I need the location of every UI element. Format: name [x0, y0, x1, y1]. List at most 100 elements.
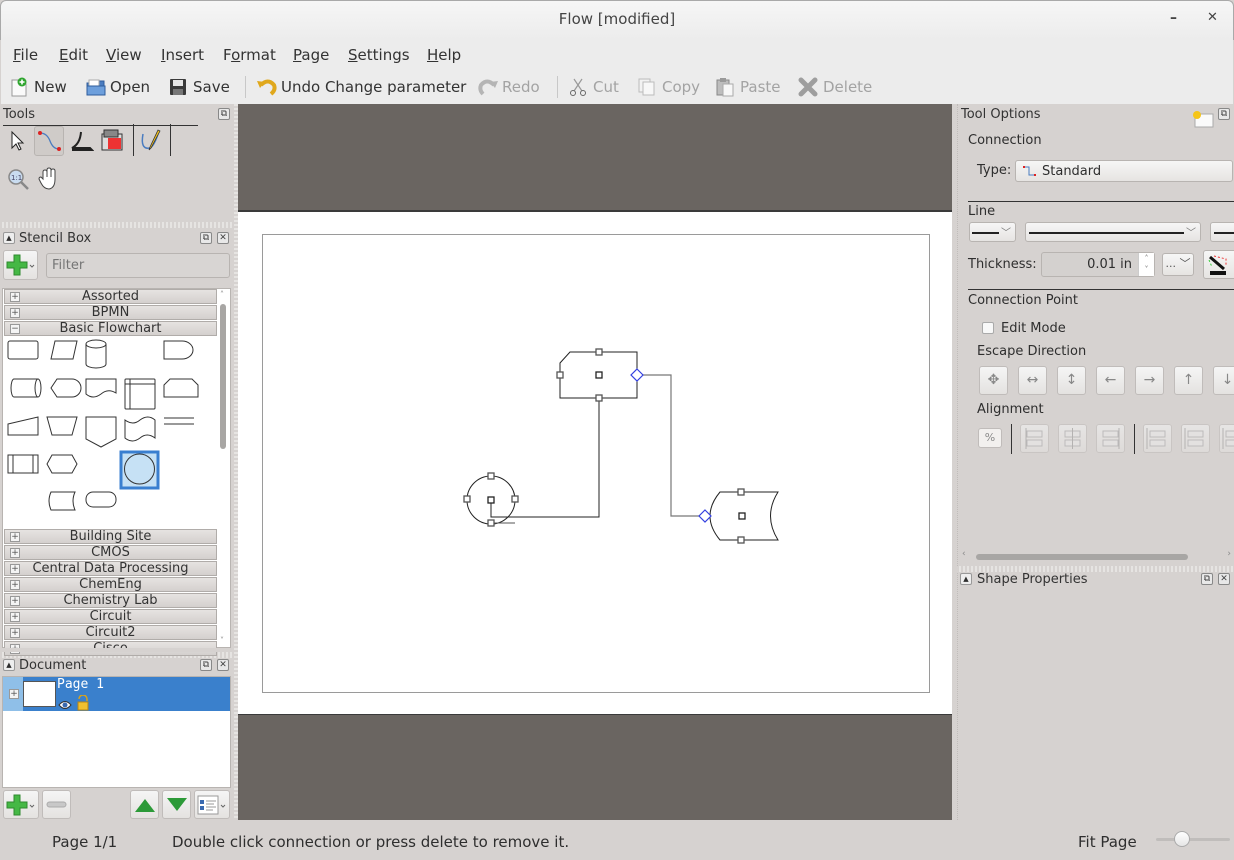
align-top-button[interactable]	[1143, 424, 1172, 453]
escape-horizontal-button[interactable]: ↔	[1018, 366, 1047, 395]
visibility-eye-icon[interactable]	[58, 701, 72, 709]
close-button[interactable]: ✕	[1207, 10, 1218, 25]
save-button[interactable]: Save	[168, 76, 230, 98]
dock-splitter[interactable]	[0, 222, 234, 228]
escape-left-button[interactable]: ←	[1096, 366, 1125, 395]
escape-all-button[interactable]: ✥	[979, 366, 1008, 395]
shape-center-handle[interactable]	[487, 496, 495, 504]
shape-annotation[interactable]	[164, 417, 194, 425]
page-expand-toggle[interactable]: +	[9, 689, 19, 699]
menu-page[interactable]: Page	[293, 46, 329, 64]
shape-stored-data[interactable]	[10, 378, 42, 398]
shape-properties-close-button[interactable]: ✕	[1218, 573, 1230, 585]
align-hcenter-button[interactable]	[1058, 424, 1087, 453]
stencil-category[interactable]: + Central Data Processing	[4, 561, 217, 576]
cut-button[interactable]: Cut	[568, 76, 619, 98]
freehand-tool-button[interactable]	[138, 128, 164, 154]
zoom-tool-button[interactable]: 1:1	[5, 166, 31, 192]
align-right-button[interactable]	[1096, 424, 1125, 453]
menu-insert[interactable]: Insert	[161, 46, 204, 64]
tool-options-hscrollbar[interactable]: ‹ ›	[961, 549, 1233, 563]
stencil-category[interactable]: + Chemistry Lab	[4, 593, 217, 608]
connection-point-handle[interactable]	[511, 495, 519, 503]
redo-button[interactable]: Redo	[477, 76, 540, 98]
select-tool-button[interactable]	[5, 128, 29, 154]
shape-predefined-process[interactable]	[7, 454, 39, 474]
dash-options-dropdown[interactable]: ... ﹀	[1162, 253, 1194, 276]
shape-connector[interactable]	[119, 450, 160, 490]
tool-options-float-button[interactable]: ⧉	[1218, 108, 1230, 120]
line-start-marker-dropdown[interactable]: ﹀	[969, 222, 1016, 242]
move-page-down-button[interactable]	[162, 790, 191, 819]
move-page-up-button[interactable]	[130, 790, 159, 819]
escape-up-button[interactable]: ↑	[1174, 366, 1203, 395]
shape-manual-input[interactable]	[7, 416, 39, 436]
expand-toggle-icon[interactable]: +	[10, 532, 20, 542]
connection-line-2-selected[interactable]	[637, 374, 705, 517]
line-end-marker-dropdown[interactable]	[1210, 222, 1234, 242]
stencil-category[interactable]: + CMOS	[4, 545, 217, 560]
document-collapse-button[interactable]: ▲	[3, 659, 15, 671]
escape-vertical-button[interactable]: ↕	[1057, 366, 1086, 395]
hscroll-thumb[interactable]	[976, 554, 1188, 560]
shape-document[interactable]	[85, 378, 117, 398]
shape-properties-float-button[interactable]: ⧉	[1201, 573, 1213, 585]
shape-manual-operation[interactable]	[46, 416, 78, 436]
stencil-filter-input[interactable]	[46, 253, 230, 278]
connection-tool-button[interactable]	[34, 126, 64, 156]
menu-help[interactable]: Help	[427, 46, 461, 64]
connection-point-handle[interactable]	[595, 394, 603, 402]
stencil-category[interactable]: + Circuit	[4, 609, 217, 624]
connection-point-handle[interactable]	[556, 371, 564, 379]
shape-database[interactable]	[85, 339, 107, 369]
connection-point-handle[interactable]	[487, 519, 495, 527]
connection-point-handle[interactable]	[463, 495, 471, 503]
shape-punched-tape[interactable]	[124, 416, 156, 442]
stencil-category[interactable]: − Basic Flowchart	[4, 321, 217, 336]
new-button[interactable]: New	[9, 76, 67, 98]
stencil-collapse-button[interactable]: ▲	[3, 232, 15, 244]
path-tool-button[interactable]	[68, 128, 95, 154]
lock-open-icon[interactable]	[77, 695, 89, 711]
pan-tool-button[interactable]	[36, 166, 62, 192]
shape-delay[interactable]	[163, 340, 194, 360]
shape-center-handle[interactable]	[595, 371, 603, 379]
shape-manual-operation-2[interactable]	[163, 378, 199, 398]
align-left-button[interactable]	[1020, 424, 1049, 453]
expand-toggle-icon[interactable]: +	[10, 548, 20, 558]
tools-float-button[interactable]: ⧉	[218, 108, 230, 120]
stencil-category[interactable]: + ChemEng	[4, 577, 217, 592]
stencil-scroll-thumb[interactable]	[220, 304, 226, 449]
expand-toggle-icon[interactable]: +	[10, 580, 20, 590]
stencil-category[interactable]: + Assorted	[4, 289, 217, 304]
shape-terminal[interactable]	[85, 491, 117, 508]
copy-button[interactable]: Copy	[637, 76, 700, 98]
menu-format[interactable]: Format	[223, 46, 276, 64]
thickness-stepper[interactable]: ˄ ˅	[1138, 253, 1154, 276]
stencil-float-button[interactable]: ⧉	[200, 232, 212, 244]
escape-down-button[interactable]: ↓	[1213, 366, 1234, 395]
menu-file[interactable]: File	[13, 46, 38, 64]
expand-toggle-icon[interactable]: +	[10, 308, 20, 318]
menu-settings[interactable]: Settings	[348, 46, 410, 64]
stencil-close-button[interactable]: ✕	[217, 232, 229, 244]
stencil-category[interactable]: + Building Site	[4, 529, 217, 544]
connection-endpoint-handle[interactable]	[698, 509, 712, 523]
line-color-button[interactable]	[1203, 250, 1234, 279]
document-float-button[interactable]: ⧉	[200, 659, 212, 671]
add-page-button[interactable]	[3, 790, 39, 819]
line-style-dropdown[interactable]: ﹀	[1025, 222, 1201, 242]
expand-toggle-icon[interactable]: +	[10, 628, 20, 638]
zoom-slider[interactable]	[1156, 838, 1230, 841]
thickness-spinbox[interactable]: 0.01 in ˄ ˅	[1041, 252, 1155, 277]
remove-page-button[interactable]	[42, 790, 71, 819]
collapse-toggle-icon[interactable]: −	[10, 324, 20, 334]
connection-point-handle[interactable]	[595, 348, 603, 356]
delete-button[interactable]: Delete	[798, 76, 872, 98]
document-close-button[interactable]: ✕	[217, 659, 229, 671]
shape-direct-access[interactable]	[48, 491, 76, 511]
shape-display[interactable]	[50, 378, 82, 398]
stencil-category[interactable]: + BPMN	[4, 305, 217, 320]
shape-offpage[interactable]	[85, 416, 117, 448]
connection-point-handle[interactable]	[487, 472, 495, 480]
